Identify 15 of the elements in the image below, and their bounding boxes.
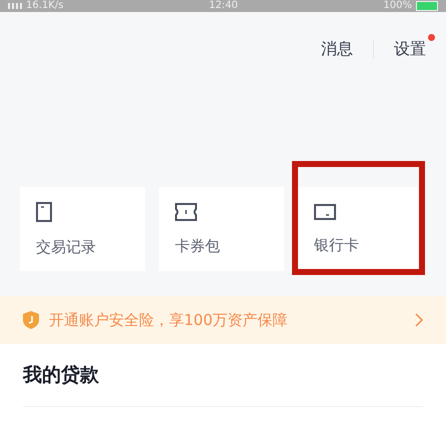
ticket-icon — [175, 202, 197, 220]
network-speed: 16.1K/s — [26, 0, 64, 12]
shield-icon — [23, 311, 39, 329]
document-icon — [36, 202, 52, 222]
section-title: 我的贷款 — [23, 344, 423, 407]
battery-level: 100% — [383, 0, 412, 12]
shortcut-card[interactable]: 银行卡 — [298, 187, 418, 271]
shortcut-card[interactable]: 卡券包 — [159, 187, 284, 271]
clock-time: 12:40 — [208, 0, 238, 12]
shortcut-card[interactable]: 交易记录 — [20, 187, 145, 271]
signal-icon — [8, 3, 22, 9]
bank-card-icon — [314, 204, 336, 220]
header-link[interactable]: 消息 — [321, 38, 353, 60]
chevron-right-icon — [415, 313, 423, 327]
header-link[interactable]: 设置 — [394, 38, 426, 60]
